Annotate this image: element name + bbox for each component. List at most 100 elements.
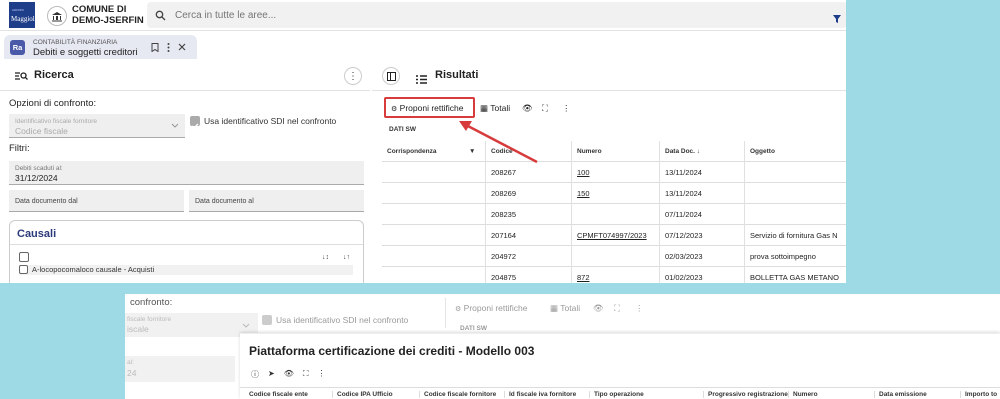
modal-col-header[interactable]: Codice fiscale fornitore — [419, 391, 496, 398]
cell-codice: 207164 — [485, 225, 571, 246]
modal-col-header[interactable]: Numero — [788, 391, 818, 398]
cell-oggetto: Servizio di fornitura Gas N — [744, 225, 846, 246]
modal-col-header[interactable]: Progressivo registrazione — [703, 391, 788, 398]
col-data-doc[interactable]: Data Doc. ↓ — [659, 141, 744, 162]
table-row[interactable]: 208235 07/11/2024 — [382, 204, 846, 225]
modal-col-header[interactable]: Data emissione — [874, 391, 927, 398]
search-list-icon — [15, 69, 28, 87]
ghost-debiti-field: al: 24 — [125, 356, 235, 382]
town-hall-icon[interactable] — [47, 6, 67, 26]
global-search[interactable] — [147, 2, 846, 28]
ghost-proponi-label: Proponi rettifiche — [463, 303, 528, 313]
modal-col-header[interactable]: Id fiscale iva fornitore — [504, 391, 576, 398]
table-row[interactable]: 204875 872 01/02/2023 BOLLETTA GAS METANO — [382, 267, 846, 283]
cell-codice: 208235 — [485, 204, 571, 225]
col-corrispondenza[interactable]: Corrispondenza ▼ — [382, 141, 485, 162]
cell-corrispondenza — [382, 162, 485, 183]
modal-col-header[interactable]: Importo to — [960, 391, 997, 398]
proponi-rettifiche-button[interactable]: ⚙ Proponi rettifiche — [384, 97, 475, 118]
ghost-more-icon: ⋮ — [635, 303, 644, 313]
totali-label: Totali — [490, 103, 511, 113]
table-row[interactable]: 208267 100 13/11/2024 — [382, 162, 846, 183]
top-bar: GRUPPO Maggioli COMUNE DI DEMO-JSERFIN — [0, 0, 846, 31]
cell-corrispondenza — [382, 267, 485, 283]
dati-sw-label: DATI SW — [389, 126, 416, 133]
cell-data-doc: 07/12/2023 — [659, 225, 744, 246]
toggle-sidebar-button[interactable] — [382, 67, 400, 85]
logo-text: Maggioli — [11, 15, 35, 23]
debiti-scaduti-field[interactable]: Debiti scaduti al: 31/12/2024 — [9, 161, 364, 185]
col-numero[interactable]: Numero — [571, 141, 659, 162]
fiscal-id-select-label: Identificativo fiscale fornitore — [15, 118, 98, 125]
totali-button[interactable]: ▦ Totali — [480, 103, 510, 114]
info-icon[interactable]: ⓘ — [251, 369, 259, 380]
sort-down-icon: ↓ — [696, 148, 701, 155]
close-icon[interactable] — [178, 43, 186, 51]
date-to-field[interactable]: Data documento al — [189, 190, 364, 212]
col-data-doc-label: Data Doc. — [665, 148, 695, 155]
tab-actions — [151, 43, 186, 52]
search-form: Opzioni di confronto: Identificativo fis… — [0, 92, 370, 283]
table-row[interactable]: 204972 02/03/2023 prova sottoimpegno — [382, 246, 846, 267]
maggioli-logo[interactable]: GRUPPO Maggioli — [9, 2, 35, 28]
more-icon[interactable]: ⋮ — [317, 369, 325, 380]
causale-item-checkbox[interactable] — [19, 265, 28, 274]
table-row[interactable]: 208269 150 13/11/2024 — [382, 183, 846, 204]
tab-title: Debiti e soggetti creditori — [33, 47, 138, 58]
modal-title: Piattaforma certificazione dei crediti -… — [249, 344, 535, 358]
filter-icon[interactable]: ▼ — [469, 141, 475, 162]
eye-icon[interactable]: 👁 — [522, 103, 533, 114]
ghost-eye-icon: 👁 — [593, 303, 604, 313]
modal-col-header[interactable]: Codice IPA Ufficio — [332, 391, 393, 398]
main-window: GRUPPO Maggioli COMUNE DI DEMO-JSERFIN R… — [0, 0, 846, 283]
cell-corrispondenza — [382, 225, 485, 246]
col-codice[interactable]: Codice — [485, 141, 571, 162]
sdi-checkbox[interactable] — [190, 116, 200, 129]
more-icon[interactable]: ⋮ — [562, 103, 571, 114]
search-title: Ricerca — [34, 69, 74, 81]
modal-col-header[interactable]: Codice fiscale ente — [245, 391, 308, 398]
modal-col-header[interactable]: Tipo operazione — [589, 391, 644, 398]
proponi-rettifiche-label: Proponi rettifiche — [399, 103, 464, 113]
search-menu-button[interactable]: ⋮ — [344, 67, 362, 85]
cell-oggetto — [744, 162, 846, 183]
cell-numero[interactable]: CPMFT074997/2023 — [571, 225, 659, 246]
cell-numero[interactable]: 872 — [571, 267, 659, 283]
fullscreen-icon[interactable]: ⛶ — [303, 369, 309, 380]
filters-label: Filtri: — [9, 143, 30, 154]
cell-data-doc: 02/03/2023 — [659, 246, 744, 267]
sort-az-icon[interactable]: ↓↕ — [322, 254, 329, 261]
logo-small-text: GRUPPO — [12, 8, 24, 12]
kebab-icon[interactable] — [167, 43, 170, 52]
sidebar-icon — [387, 72, 396, 81]
causale-item-row[interactable]: A-locopocomaloco causale - Acquisti — [19, 265, 353, 275]
cell-numero[interactable]: 100 — [571, 162, 659, 183]
fullscreen-icon[interactable]: ⛶ — [542, 103, 548, 114]
date-from-field[interactable]: Data documento dal — [9, 190, 184, 212]
cell-numero[interactable]: 150 — [571, 183, 659, 204]
table-row[interactable]: 207164 CPMFT074997/2023 07/12/2023 Servizio… — [382, 225, 846, 246]
cell-oggetto — [744, 204, 846, 225]
municipality-name: COMUNE DI DEMO-JSERFIN — [72, 4, 144, 26]
ghost-totali-button: ▦ Totali — [550, 303, 580, 314]
chevron-down-icon — [171, 123, 179, 128]
chevron-down-icon — [242, 323, 250, 328]
select-all-checkbox[interactable] — [19, 252, 29, 262]
cell-corrispondenza — [382, 204, 485, 225]
eye-icon[interactable]: 👁 — [284, 369, 294, 380]
send-icon[interactable]: ➤ — [268, 369, 275, 380]
tab-debiti-soggetti[interactable]: Ra CONTABILITÀ FINANZIARIA Debiti e sogg… — [4, 35, 197, 59]
fiscal-id-select-value: Codice fiscale — [15, 126, 68, 136]
cell-oggetto: BOLLETTA GAS METANO — [744, 267, 846, 283]
filter-icon[interactable] — [833, 10, 841, 28]
sort-za-icon[interactable]: ↓↑ — [343, 254, 350, 261]
col-corrispondenza-label: Corrispondenza — [387, 148, 437, 155]
col-oggetto[interactable]: Oggetto — [744, 141, 846, 162]
fiscal-id-select[interactable]: Identificativo fiscale fornitore Codice … — [9, 114, 185, 138]
ghost-confronto-label: confronto: — [130, 297, 173, 308]
cell-numero[interactable] — [571, 204, 659, 225]
bookmark-icon[interactable] — [151, 43, 159, 52]
cell-numero[interactable] — [571, 246, 659, 267]
search-input[interactable] — [175, 5, 775, 25]
results-toolbar: ⚙ Proponi rettifiche ▦ Totali 👁 ⛶ ⋮ — [381, 96, 846, 119]
